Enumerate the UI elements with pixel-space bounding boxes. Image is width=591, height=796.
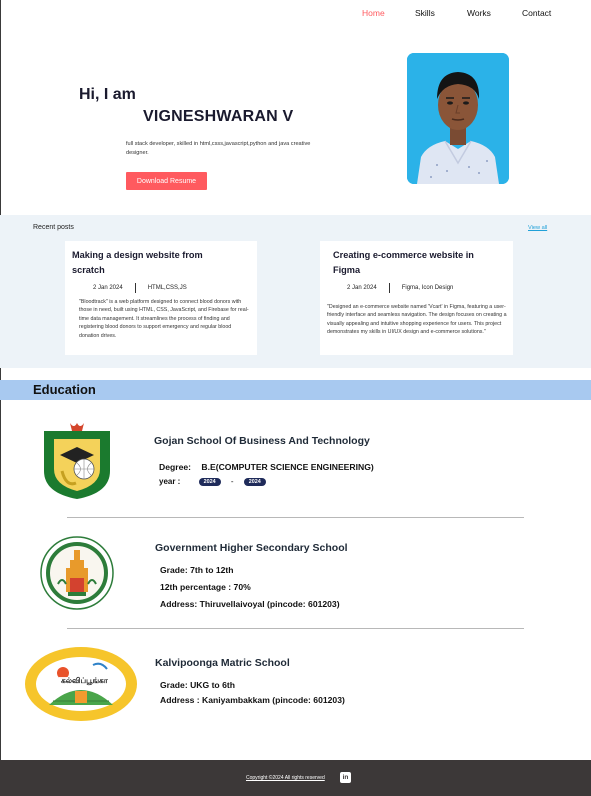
nav-home-link[interactable]: Home	[362, 8, 385, 18]
post-date: 2 Jan 2024	[93, 285, 123, 291]
post-title-line1: Creating e-commerce website in	[333, 250, 474, 260]
year-separator: -	[230, 477, 234, 486]
year-label: year :	[159, 477, 181, 486]
profile-photo-illustration	[407, 53, 509, 184]
gojan-logo	[40, 421, 114, 501]
divider	[67, 517, 524, 518]
post-title-line2: Figma	[333, 265, 361, 275]
meta-divider	[134, 283, 136, 293]
grade-line: Grade: UKG to 6th	[160, 680, 235, 690]
grade-line: Grade: 7th to 12th	[160, 565, 234, 575]
linkedin-icon[interactable]: in	[340, 772, 351, 783]
degree-value: B.E(COMPUTER SCIENCE ENGINEERING)	[201, 462, 374, 472]
hero-name: VIGNESHWARAN V	[143, 108, 294, 125]
post-meta: 2 Jan 2024 HTML,CSS,JS	[93, 283, 187, 293]
logo-tamil-text: கல்விப்பூங்கா	[61, 676, 108, 685]
post-body: "Designed an e-commerce website named 'V…	[327, 304, 507, 336]
year-line: year : 2024 - 2024	[159, 477, 266, 486]
school-name: Kalvipoonga Matric School	[155, 657, 290, 669]
post-meta: 2 Jan 2024 Figma, Icon Design	[347, 283, 453, 293]
percentage-line: 12th percentage : 70%	[160, 582, 251, 592]
year-to-badge: 2024	[243, 477, 266, 486]
post-card[interactable]: Making a design website from scratch 2 J…	[65, 241, 257, 355]
recent-posts-title: Recent posts	[33, 224, 74, 231]
meta-divider	[388, 283, 390, 293]
hero-description: full stack developer, skilled in html,cs…	[126, 141, 311, 156]
nav-contact-link[interactable]: Contact	[522, 8, 551, 18]
view-all-link[interactable]: View all	[528, 225, 547, 231]
year-from-badge: 2024	[198, 477, 221, 486]
post-body: "Bloodtrack" is a web platform designed …	[79, 299, 249, 339]
kalvipoonga-logo: கல்விப்பூங்கா	[23, 645, 139, 723]
post-card[interactable]: Creating e-commerce website in Figma 2 J…	[320, 241, 513, 355]
post-date: 2 Jan 2024	[347, 285, 377, 291]
degree-label: Degree:	[159, 462, 191, 472]
education-title: Education	[33, 382, 96, 397]
post-tags: Figma, Icon Design	[401, 285, 454, 291]
post-tags: HTML,CSS,JS	[147, 285, 187, 291]
profile-photo	[407, 53, 509, 184]
post-title-line1: Making a design website from	[72, 250, 203, 260]
school-name: Government Higher Secondary School	[155, 542, 348, 554]
school-name: Gojan School Of Business And Technology	[154, 435, 370, 447]
nav-skills-link[interactable]: Skills	[415, 8, 435, 18]
hero-greeting: Hi, I am	[79, 86, 136, 103]
degree-line: Degree: B.E(COMPUTER SCIENCE ENGINEERING…	[159, 462, 374, 472]
divider	[67, 628, 524, 629]
copyright-link[interactable]: Copyright ©2024 All rights reserved	[246, 775, 325, 781]
download-resume-button[interactable]: Download Resume	[126, 172, 207, 190]
tamil-nadu-emblem	[40, 534, 114, 612]
address-line: Address: Thiruvellaivoyal (pincode: 6012…	[160, 599, 340, 609]
post-title-line2: scratch	[72, 265, 105, 275]
address-line: Address : Kaniyambakkam (pincode: 601203…	[160, 695, 345, 705]
nav-works-link[interactable]: Works	[467, 8, 491, 18]
